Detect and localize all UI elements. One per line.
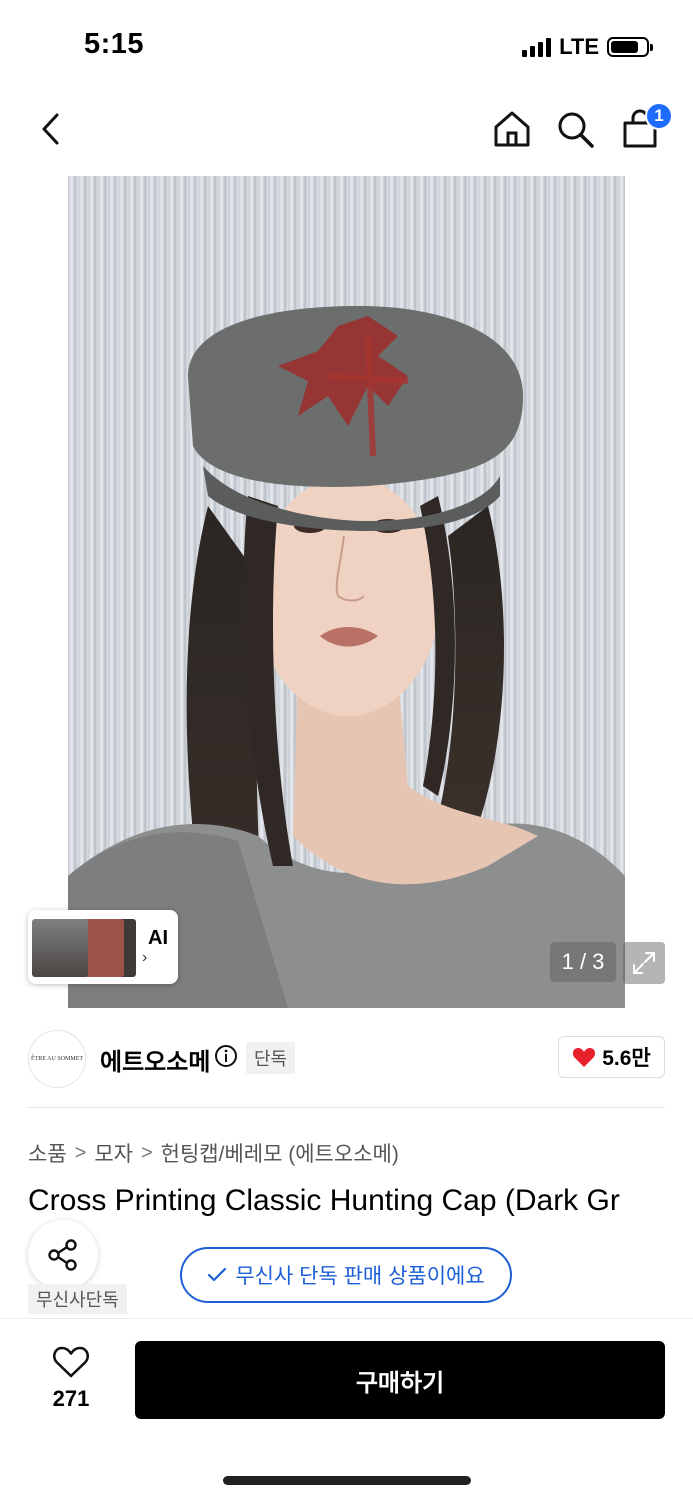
status-bar: 5:15 LTE (0, 0, 693, 90)
product-title: Cross Printing Classic Hunting Cap (Dark… (28, 1184, 620, 1217)
brand-like-count: 5.6만 (602, 1047, 651, 1070)
image-counter: 1 / 3 (550, 942, 616, 982)
status-time: 5:15 (84, 28, 145, 60)
cart-count-badge: 1 (645, 102, 673, 130)
cart-icon[interactable]: 1 (617, 102, 673, 152)
bottom-action-bar: 271 구매하기 (0, 1318, 693, 1501)
brand-logo[interactable]: ÊTRE AU SOMMET (28, 1030, 86, 1088)
heart-filled-icon (573, 1048, 596, 1067)
product-image-gallery[interactable]: AI › 1 / 3 (0, 176, 693, 1008)
breadcrumb-item[interactable]: 모자 (94, 1138, 133, 1168)
breadcrumb: 소품 > 모자 > 헌팅캡/베레모 (에트오소메) (28, 1138, 399, 1168)
expand-icon[interactable] (623, 942, 665, 984)
ai-thumbnails (32, 915, 142, 979)
search-icon[interactable] (552, 106, 598, 152)
heart-outline-icon (52, 1346, 90, 1378)
breadcrumb-item[interactable]: 소품 (28, 1138, 67, 1168)
ai-label: AI (148, 927, 168, 949)
exclusive-notice-text: 무신사 단독 판매 상품이에요 (235, 1265, 485, 1288)
exclusive-badge: 단독 (246, 1042, 296, 1074)
signal-icon (522, 37, 552, 57)
network-label: LTE (559, 34, 599, 59)
info-icon[interactable] (214, 1044, 238, 1073)
battery-icon (607, 37, 653, 57)
product-photo[interactable] (68, 176, 625, 1008)
exclusive-notice-pill: 무신사 단독 판매 상품이에요 (180, 1247, 512, 1303)
share-icon (48, 1239, 77, 1271)
breadcrumb-item[interactable]: 헌팅캡/베레모 (에트오소메) (161, 1138, 399, 1168)
wishlist-count: 271 (52, 1386, 90, 1411)
home-icon[interactable] (489, 106, 535, 152)
brand-name[interactable]: 에트오소메 (100, 1042, 210, 1077)
share-button[interactable] (28, 1220, 98, 1290)
back-icon[interactable] (28, 106, 74, 152)
breadcrumb-separator: > (140, 1141, 153, 1164)
ai-styling-card[interactable]: AI › (28, 910, 178, 984)
wishlist-button[interactable]: 271 (46, 1345, 96, 1412)
chevron-right-icon: › (142, 949, 148, 966)
top-navigation: 1 (0, 96, 693, 166)
divider (28, 1107, 665, 1108)
brand-like-button[interactable]: 5.6만 (558, 1036, 665, 1078)
breadcrumb-separator: > (74, 1141, 87, 1164)
brand-row: ÊTRE AU SOMMET 에트오소메 단독 5.6만 (28, 1028, 665, 1088)
check-icon (208, 1267, 227, 1282)
buy-button[interactable]: 구매하기 (135, 1341, 665, 1419)
home-indicator (223, 1476, 471, 1485)
musinsa-exclusive-tag: 무신사단독 (28, 1284, 127, 1314)
status-indicators: LTE (522, 34, 653, 60)
